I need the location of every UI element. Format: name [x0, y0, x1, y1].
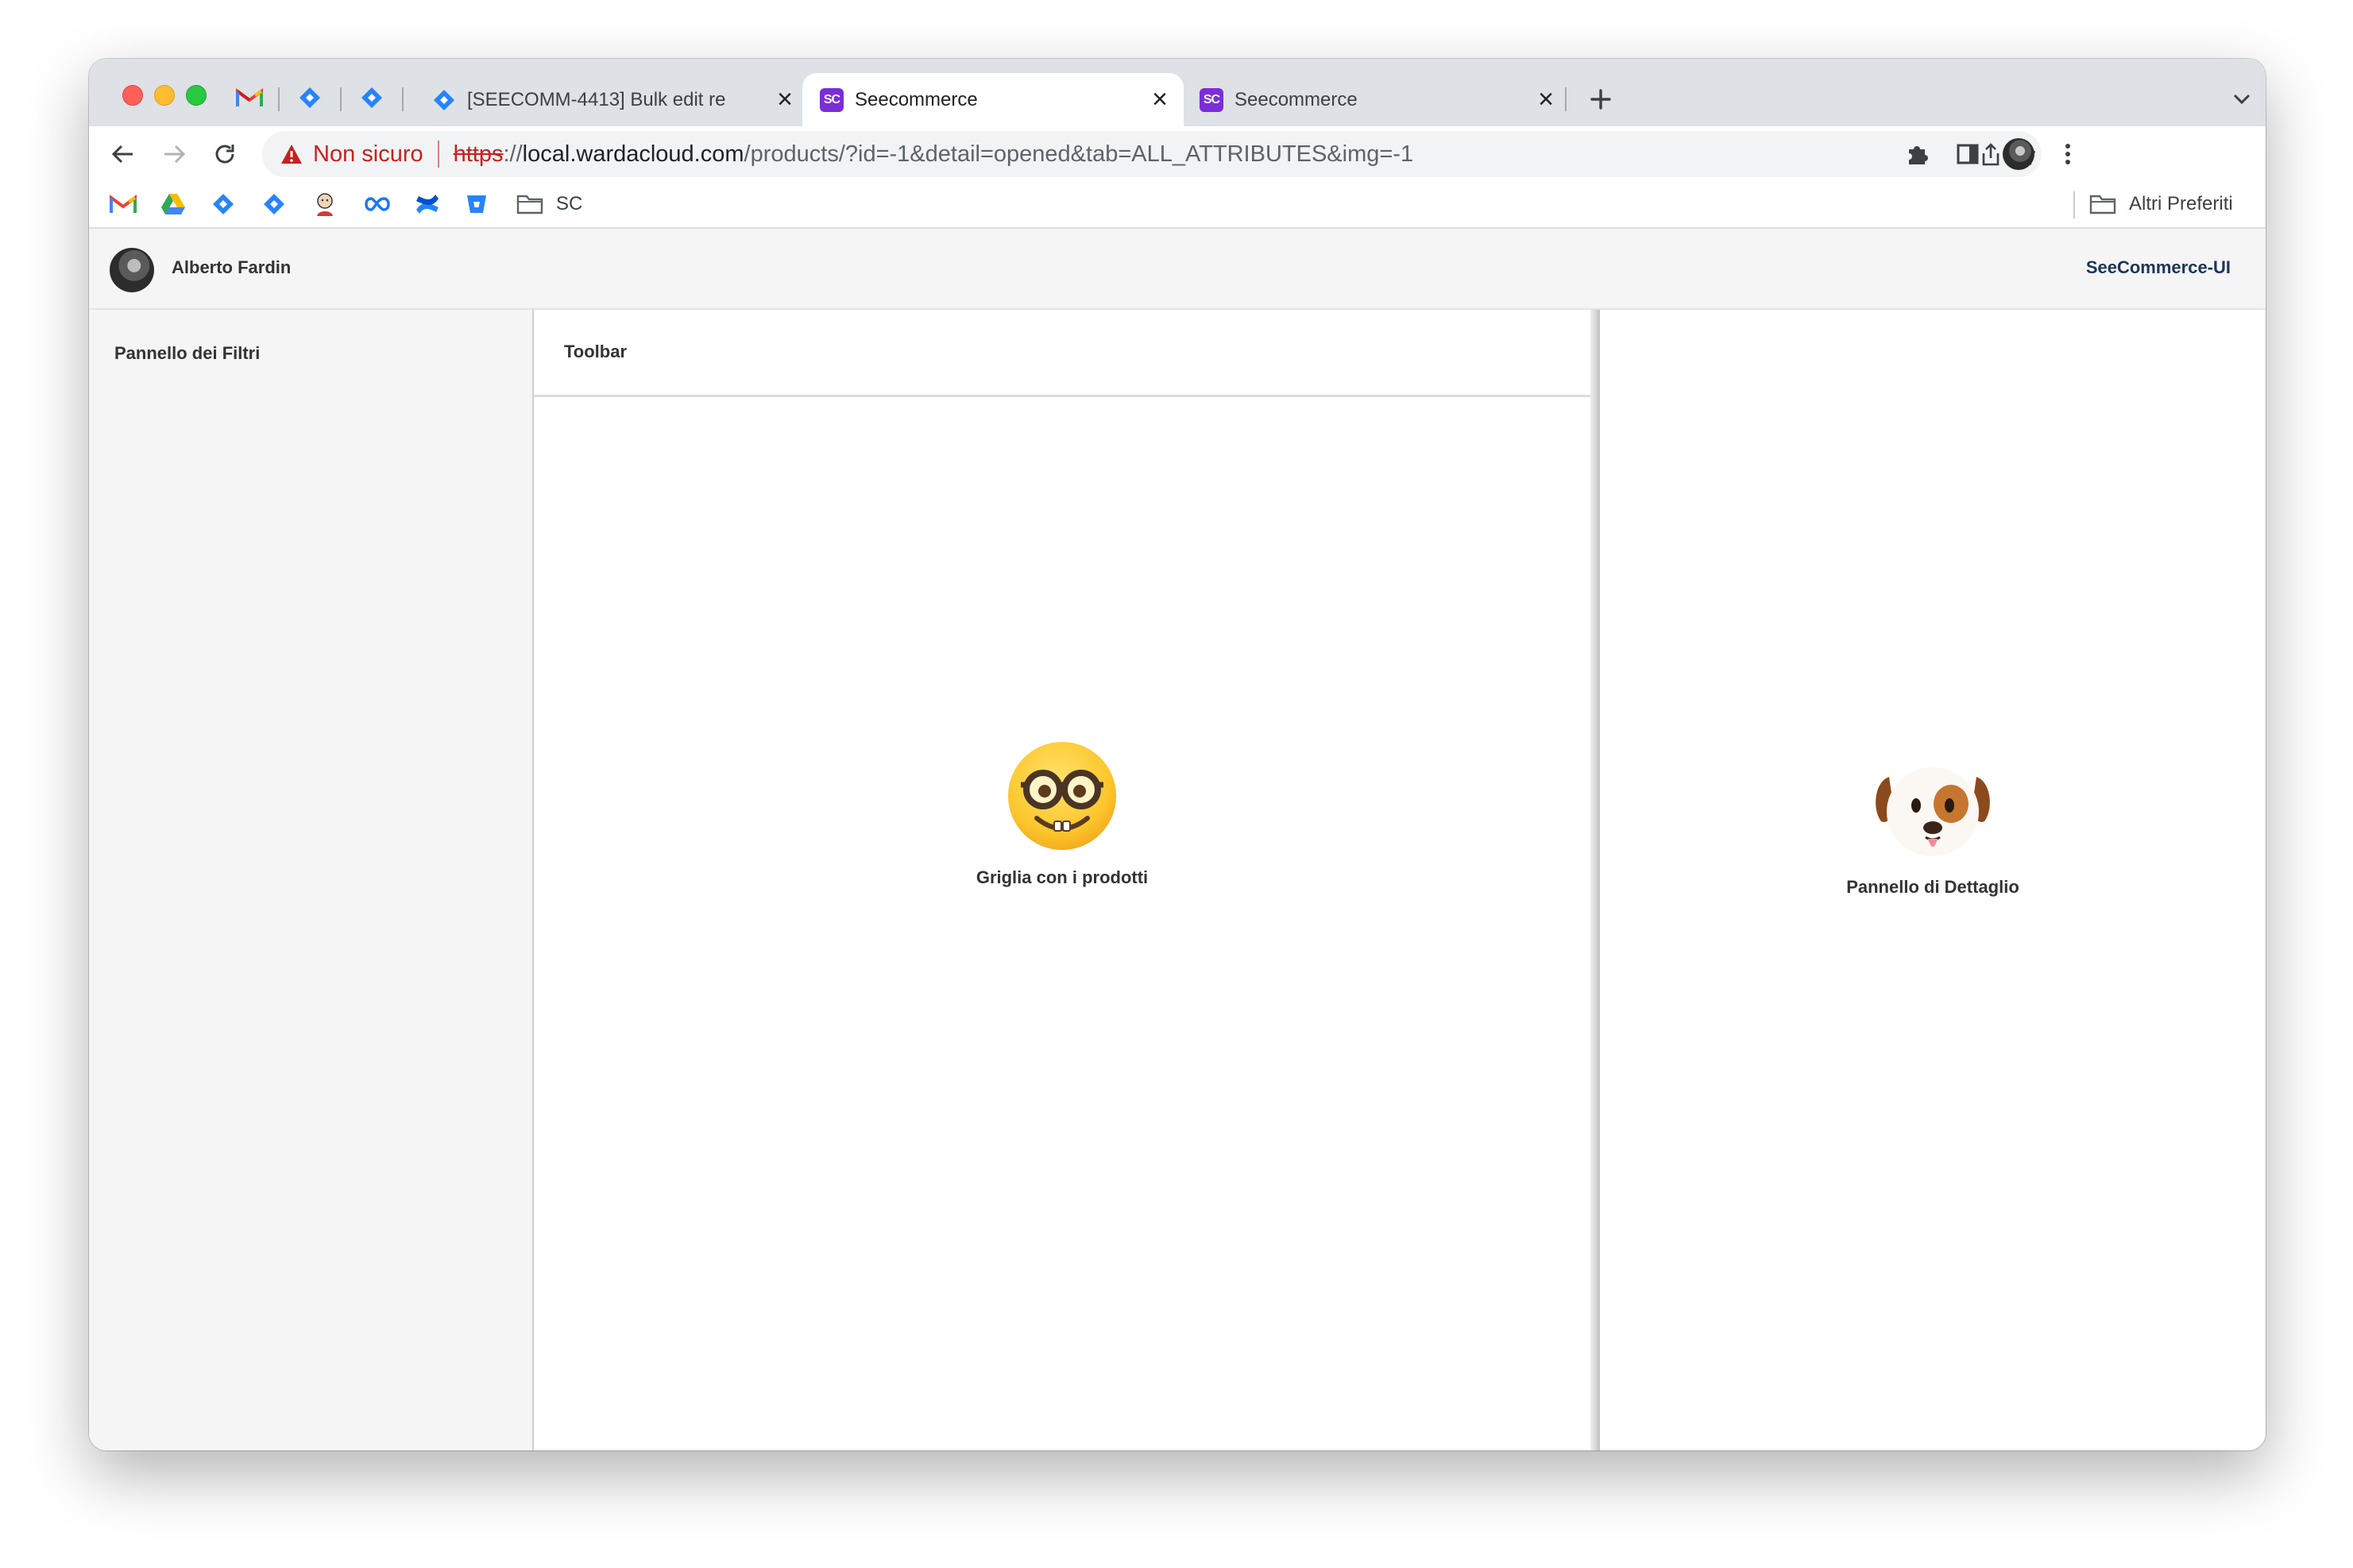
tab-search-button[interactable]	[2226, 83, 2258, 114]
bookmarks-bar: SC Altri Preferiti	[89, 182, 2266, 229]
infinity-icon	[365, 197, 390, 211]
tab-seecommerce[interactable]: SC Seecommerce ×	[1182, 73, 1570, 126]
bookmarks-separator	[2073, 191, 2075, 218]
bookmark-gmail[interactable]	[110, 190, 137, 218]
pinned-tab-jira-2[interactable]	[346, 78, 397, 118]
tab-seecomm-4413[interactable]: [SEECOMM-4413] Bulk edit re ×	[415, 73, 809, 126]
close-window-button[interactable]	[122, 85, 143, 106]
bookmark-bitbucket[interactable]	[466, 190, 488, 218]
profile-button[interactable]	[1999, 134, 2038, 174]
chevron-down-icon	[2233, 94, 2251, 105]
tab-seecommerce-active[interactable]: SC Seecommerce ×	[802, 73, 1184, 126]
browser-menu-button[interactable]	[2048, 134, 2088, 174]
close-tab-icon[interactable]: ×	[1532, 84, 1560, 114]
url-host: local.wardacloud.com	[522, 141, 744, 167]
confluence-icon	[416, 195, 439, 214]
filters-panel-title: Pannello dei Filtri	[114, 343, 261, 363]
pinned-tab-gmail[interactable]	[224, 78, 275, 118]
folder-icon	[2089, 195, 2116, 214]
side-panel-icon	[1957, 144, 1979, 164]
filters-panel: Pannello dei Filtri	[89, 310, 534, 1450]
panel-resize-handle[interactable]	[1590, 310, 1600, 1450]
jira-icon	[299, 87, 320, 108]
other-bookmarks-label: Altri Preferiti	[2129, 193, 2233, 214]
url-text[interactable]: https://local.wardacloud.com/products/?i…	[454, 141, 1413, 168]
other-bookmarks-folder[interactable]: Altri Preferiti	[2089, 190, 2233, 218]
gmail-icon	[236, 88, 263, 106]
products-grid-label: Griglia con i prodotti	[976, 867, 1149, 887]
back-button[interactable]	[103, 134, 143, 174]
detail-panel: Pannello di Dettaglio	[1600, 310, 2266, 1450]
security-status-label[interactable]: Non sicuro	[313, 141, 423, 168]
minimize-window-button[interactable]	[154, 85, 175, 106]
extensions-button[interactable]	[1897, 134, 1937, 174]
detail-panel-placeholder: Pannello di Dettaglio	[1600, 759, 2266, 898]
bookmark-google-drive[interactable]	[160, 190, 186, 218]
tab-title: Seecommerce	[855, 88, 978, 110]
close-tab-icon[interactable]: ×	[1146, 84, 1174, 114]
jira-icon	[264, 194, 284, 214]
google-drive-icon	[161, 194, 185, 214]
omnibox-separator	[437, 141, 439, 168]
puzzle-icon	[1909, 146, 1928, 164]
reload-button[interactable]	[205, 134, 245, 174]
address-bar[interactable]: Non sicuro https://local.wardacloud.com/…	[262, 131, 2042, 177]
bookmark-jira-2[interactable]	[262, 190, 286, 218]
new-tab-button[interactable]	[1581, 79, 1621, 119]
arrow-left-icon	[111, 145, 133, 164]
tab-title: [SEECOMM-4413] Bulk edit re	[467, 88, 726, 110]
jenkins-icon	[317, 193, 333, 216]
url-scheme: https	[453, 141, 504, 167]
bookmark-jira-1[interactable]	[211, 190, 235, 218]
jira-icon	[361, 87, 382, 108]
pinned-tab-jira-1[interactable]	[284, 78, 335, 118]
bitbucket-icon	[467, 195, 486, 213]
jira-icon	[213, 194, 234, 214]
seecommerce-favicon-icon: SC	[1200, 87, 1223, 112]
navigation-bar: Non sicuro https://local.wardacloud.com/…	[89, 126, 2266, 182]
url-scheme-separator: ://	[503, 141, 523, 167]
toolbar-title: Toolbar	[564, 342, 628, 361]
bookmark-folder-label: SC	[556, 193, 583, 214]
folder-icon	[516, 195, 543, 214]
tab-strip: [SEECOMM-4413] Bulk edit re × SC Seecomm…	[89, 59, 2266, 126]
detail-panel-label: Pannello di Dettaglio	[1846, 877, 2019, 897]
close-tab-icon[interactable]: ×	[771, 84, 799, 114]
bookmark-jenkins[interactable]	[313, 190, 337, 218]
arrow-right-icon	[164, 145, 186, 164]
app-header: Alberto Fardin SeeCommerce-UI	[89, 229, 2266, 310]
kebab-menu-icon	[2065, 144, 2070, 164]
user-name[interactable]: Alberto Fardin	[172, 257, 291, 278]
toolbar: Toolbar	[534, 310, 1590, 397]
bookmark-folder-sc[interactable]: SC	[516, 190, 582, 218]
products-area: Toolbar Griglia con i prodotti	[534, 310, 1590, 1450]
nerd-face-icon	[1008, 742, 1116, 850]
seecommerce-favicon-icon: SC	[820, 87, 844, 112]
warning-icon[interactable]	[280, 142, 303, 166]
dog-face-icon	[1876, 767, 1990, 856]
brand-title[interactable]: SeeCommerce-UI	[2086, 257, 2231, 278]
side-panel-button[interactable]	[1948, 134, 1988, 174]
url-path: /products/?id=-1&detail=opened&tab=ALL_A…	[744, 141, 1414, 167]
fullscreen-window-button[interactable]	[186, 85, 207, 106]
forward-button[interactable]	[154, 134, 194, 174]
gmail-icon	[110, 195, 137, 213]
browser-window: [SEECOMM-4413] Bulk edit re × SC Seecomm…	[89, 59, 2266, 1450]
reload-icon	[215, 145, 234, 164]
page-content: Alberto Fardin SeeCommerce-UI Pannello d…	[89, 229, 2266, 1450]
plus-icon	[1590, 89, 1611, 110]
tab-title: Seecommerce	[1234, 88, 1358, 110]
bookmark-meta[interactable]	[364, 190, 391, 218]
avatar[interactable]	[110, 248, 154, 292]
bookmark-confluence[interactable]	[415, 190, 440, 218]
avatar	[2003, 138, 2034, 170]
jira-icon	[434, 89, 454, 110]
products-grid-placeholder: Griglia con i prodotti	[534, 739, 1590, 888]
